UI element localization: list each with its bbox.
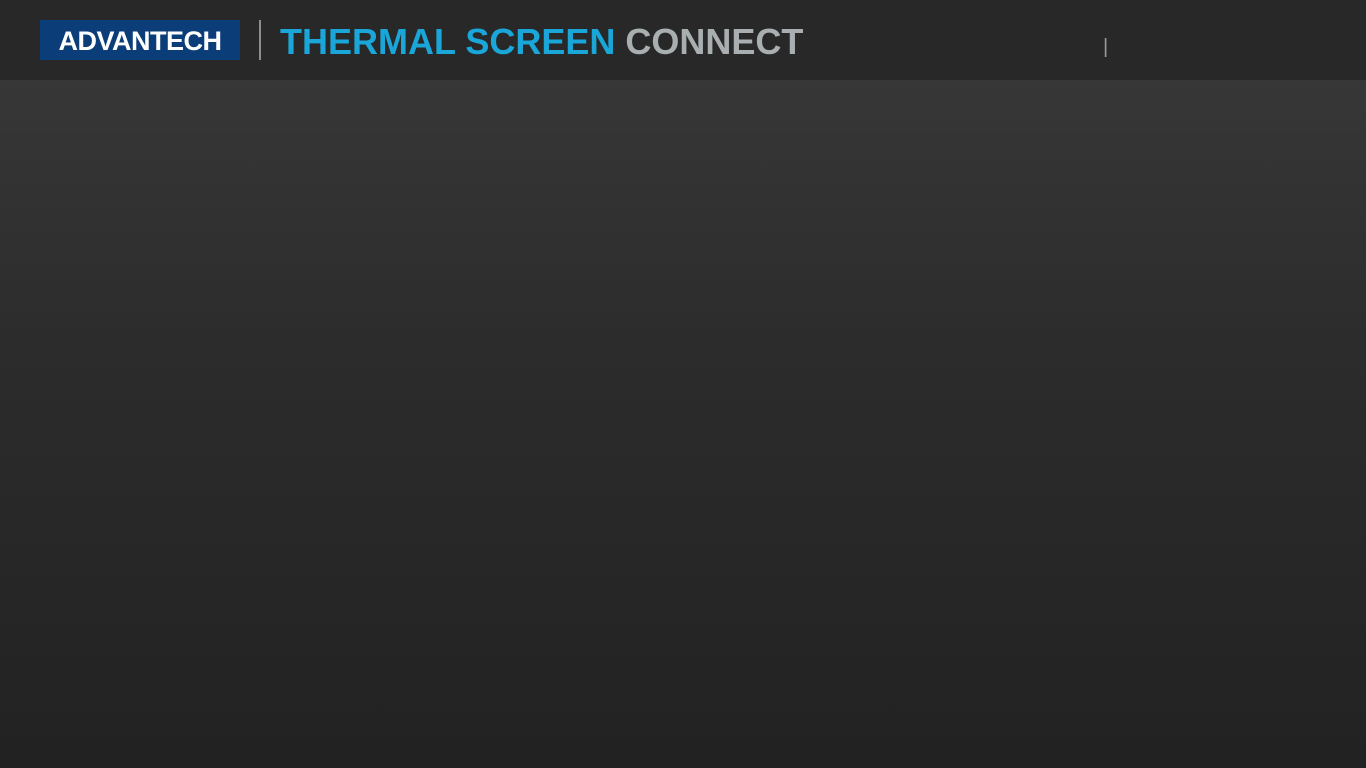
app-header: ADVANTECH THERMAL SCREEN CONNECT | bbox=[0, 0, 1366, 80]
header-separator: | bbox=[1103, 36, 1109, 58]
app-title-secondary: CONNECT bbox=[625, 21, 804, 62]
logo-divider bbox=[259, 20, 261, 60]
app-title-primary: THERMAL SCREEN bbox=[280, 21, 616, 62]
main-content-area bbox=[0, 80, 1366, 768]
app-title: THERMAL SCREEN CONNECT bbox=[280, 20, 803, 64]
advantech-logo: ADVANTECH bbox=[40, 20, 240, 60]
